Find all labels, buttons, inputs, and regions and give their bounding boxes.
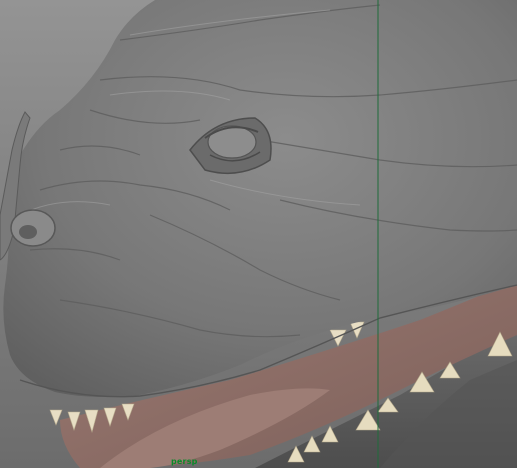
3d-viewport[interactable]: persp (0, 0, 517, 468)
nostril-opening (19, 225, 37, 239)
camera-label: persp (171, 457, 198, 466)
viewport-scene[interactable] (0, 0, 517, 468)
